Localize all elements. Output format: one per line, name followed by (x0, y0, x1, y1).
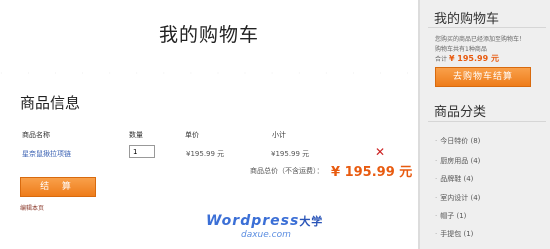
sidebar-cart-title: 我的购物车 (434, 12, 500, 27)
sidebar: 我的购物车 您购买的商品已经添加至购物车！ 购物车共有1种商品 合计 ¥ 195… (418, 0, 550, 249)
category-item[interactable]: · 品牌鞋 (4) (435, 174, 473, 184)
cart-item-count: 购物车共有1种商品 (435, 46, 487, 53)
section-title: 商品信息 (20, 94, 81, 112)
remove-item-icon[interactable]: ✕ (375, 145, 385, 159)
watermark-subtitle: daxue.com (241, 230, 291, 240)
product-name-link[interactable]: 星奈鼠揪拉项链 (22, 149, 71, 159)
sidebar-categories-title: 商品分类 (434, 105, 487, 120)
sidebar-divider (428, 121, 546, 122)
category-item[interactable]: · 今日特价 (8) (435, 136, 480, 146)
header-subtotal: 小计 (272, 131, 286, 139)
unit-price: ¥195.99 元 (186, 150, 225, 158)
cart-total-line: 合计 ¥ 195.99 元 (435, 54, 499, 63)
edit-page-link[interactable]: 编辑本页 (20, 203, 44, 212)
checkout-button[interactable]: 结 算 (20, 177, 96, 197)
header-qty: 数量 (129, 131, 143, 139)
total-label: 商品总价（不含运费）： (250, 167, 324, 175)
header-price: 单价 (185, 131, 199, 139)
cart-total-price: ¥ 195.99 元 (448, 54, 499, 63)
category-item[interactable]: · 帽子 (1) (435, 211, 466, 221)
quantity-input[interactable] (129, 145, 155, 158)
header-name: 商品名称 (22, 131, 50, 139)
category-item[interactable]: · 厨房用品 (4) (435, 156, 480, 166)
decorative-divider: · · · · · · · · · · · · · · · · · · · · … (0, 69, 418, 78)
watermark-logo: Wordpress大学 (206, 213, 324, 229)
go-to-cart-button[interactable]: 去购物车结算 (435, 67, 531, 87)
total-price: ¥ 195.99 元 (331, 165, 413, 180)
cart-message: 您购买的商品已经添加至购物车！ (435, 36, 526, 43)
sidebar-divider (428, 27, 546, 28)
subtotal-price: ¥195.99 元 (271, 150, 310, 158)
page-title: 我的购物车 (158, 24, 259, 46)
category-item[interactable]: · 室内设计 (4) (435, 193, 480, 203)
category-item[interactable]: · 手提包 (1) (435, 229, 473, 239)
main-content: 我的购物车 · · · · · · · · · · · · · · · · · … (0, 0, 418, 249)
